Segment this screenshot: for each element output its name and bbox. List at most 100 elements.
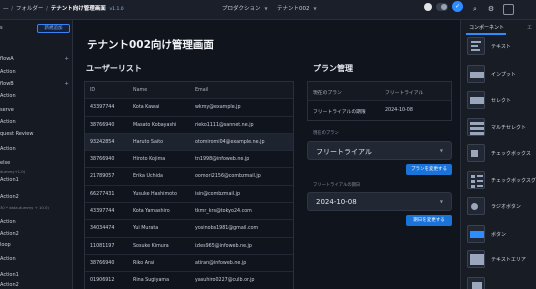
sidebar-item-label: Action1 [0,177,19,183]
column-header-name[interactable]: Name [133,88,147,93]
environment-value: プロダクション [222,6,261,12]
column-header-id[interactable]: ID [90,88,95,93]
environment-select[interactable]: プロダクション ▼ [222,4,268,12]
component-item[interactable]: ボタン [461,224,536,246]
page-title: テナント002向け管理画面 [87,39,214,51]
sidebar-item[interactable]: Action [0,219,72,225]
chevron-down-icon: ▼ [313,6,317,11]
component-label: ラジオボタン [491,204,521,210]
add-icon[interactable]: + [64,81,69,87]
sidebar-item[interactable]: Action [0,69,72,75]
sidebar-item[interactable]: serve [0,107,72,113]
cell-email: tkmr_krs@tokyo24.com [195,209,252,215]
cell-email: izles965@infoweb.ne.jp [195,243,252,249]
text-component-icon [467,37,485,55]
sidebar-item-label: Action1 [0,272,19,278]
cell-name: Erika Uchida [133,174,163,180]
app-name[interactable]: テナント向け管理画面 [51,6,106,12]
sidebar-item[interactable]: loop [0,242,72,248]
back-button[interactable]: — [3,6,9,12]
sidebar-item[interactable]: flowA + [0,56,72,62]
sidebar-item[interactable]: Action1 [0,177,72,183]
panel-toggle-icon[interactable] [503,4,514,15]
sidebar-item[interactable]: 30 * data.dummy + 10.0) [0,205,72,210]
component-item[interactable]: マルチセレクト [461,117,536,139]
current-plan-select[interactable]: フリートライアル ▼ [307,141,452,160]
sidebar-item-label: serve [0,107,14,113]
table-row[interactable]: 21789057 Erika Uchida oomori2156@combzmail… [85,168,293,186]
component-item[interactable]: セレクト [461,90,536,112]
sidebar-item[interactable]: flowB + [0,81,72,87]
table-row[interactable]: 11081197 Sosuke Kimura izles965@infoweb.ne… [85,238,293,255]
cell-name: Kota Yamashiro [133,209,170,215]
table-row[interactable]: 38766940 Hiroto Kojima tn1998@infoweb.ne.j… [85,151,293,169]
sidebar-item[interactable]: quest Review [0,131,72,137]
sidebar-item[interactable]: s [0,25,72,31]
sidebar-item-label: flowB [0,81,14,87]
sidebar-item[interactable]: Action1 [0,272,72,278]
component-item[interactable]: テキスト [461,36,536,58]
component-item[interactable]: テキストエリア [461,249,536,271]
table-row[interactable]: 43397744 Kota Yamashiro tkmr_krs@tokyo24.c… [85,203,293,221]
sidebar-item[interactable]: Action2 [0,194,72,200]
cell-name: Rina Sugiyama [133,278,170,284]
folder-link[interactable]: フォルダー [16,6,44,12]
table-row[interactable]: 38766940 Masato Kobayashi rieko1111@sannet… [85,117,293,134]
cell-email: tn1998@infoweb.ne.jp [195,157,250,163]
sidebar-item[interactable]: Action [0,256,72,262]
sidebar-item[interactable]: dummy+1.0) [0,169,72,174]
sidebar-item[interactable]: Action [0,146,72,152]
table-row[interactable]: 01906912 Rina Sugiyama yasuhiro0227@culb.o… [85,272,293,289]
sidebar-item[interactable]: Action2 [0,231,72,237]
tab-components[interactable]: コンポーネント [469,24,504,31]
multiselect-component-icon [467,118,485,136]
change-date-button[interactable]: 期日を変更する [406,215,452,226]
cell-email: rieko1111@sannet.ne.jp [195,122,254,128]
sidebar-item[interactable]: Action [0,119,72,125]
sidebar-item[interactable]: else [0,160,72,166]
table-header-row: ID Name Email [85,82,293,100]
component-item[interactable]: チェックボックス [461,143,536,165]
preview-toggle[interactable] [436,3,448,11]
textarea-component-icon [467,250,485,268]
gear-icon[interactable]: ⚙ [484,2,498,16]
version-label[interactable]: v1.1.0 [110,7,124,12]
tab-other[interactable]: エ [527,24,532,31]
plan-title: プラン管理 [313,64,353,73]
sidebar-item-label: flowA [0,56,14,62]
current-plan-value: フリートライアル [316,148,372,156]
sidebar-item-label: Action2 [0,231,19,237]
component-item[interactable]: ラジオボタン [461,196,536,218]
table-row[interactable]: 34034474 Yui Murata yosinobs1981@gmail.com [85,220,293,238]
table-row[interactable]: 43397744 Kota Kawai wkmy@example.jp [85,99,293,117]
tenant-select[interactable]: テナント002 ▼ [277,4,317,12]
table-row[interactable]: 93242854 Haruto Saito otomiromi04@example.… [85,133,293,152]
publish-check-icon[interactable]: ✓ [452,1,463,12]
component-label: マルチセレクト [491,125,527,131]
table-row[interactable]: 38766940 Riko Arai atiran@infoweb.ne.jp [85,255,293,273]
component-item[interactable] [461,276,536,289]
cell-email: otomiromi04@example.ne.jp [195,139,265,145]
chevron-down-icon: ▼ [264,6,268,11]
sidebar-item-label: Action [0,256,16,262]
change-plan-button[interactable]: プランを変更する [406,164,452,175]
sidebar-item[interactable]: Action [0,93,72,99]
trial-expiry-label: フリートライアルの期限 [313,110,366,115]
add-icon[interactable]: + [64,56,69,62]
search-icon[interactable]: ⌕ [468,2,482,16]
component-label: テキストエリア [491,257,526,263]
column-header-email[interactable]: Email [195,88,208,93]
cell-id: 66277431 [90,191,115,197]
cell-name: Hiroto Kojima [133,157,166,163]
sidebar-item-label: Action [0,219,16,225]
component-item[interactable]: チェックボックスグ [461,170,536,192]
cell-name: Kota Kawai [133,105,160,111]
table-row[interactable]: 66277431 Yusuke Hashimoto isin@combzmail.j… [85,186,293,204]
trial-end-date-picker[interactable]: 2024-10-08 ▼ [307,192,452,211]
sidebar-item[interactable]: Action2 [0,282,72,288]
component-item[interactable]: インプット [461,64,536,86]
cell-id: 21789057 [90,174,115,180]
cell-id: 43397744 [90,105,115,111]
avatar[interactable] [424,3,432,11]
current-plan-label: 現在のプラン [313,131,339,136]
